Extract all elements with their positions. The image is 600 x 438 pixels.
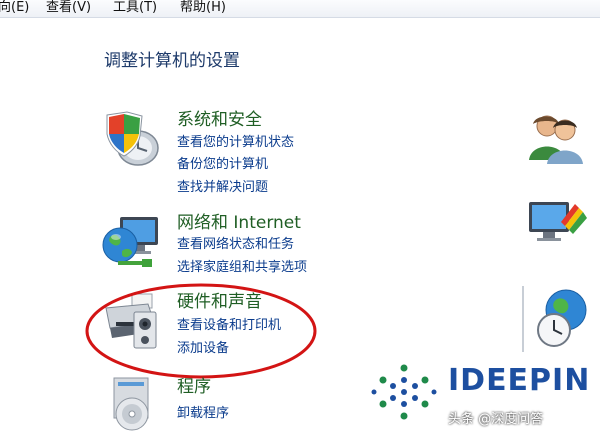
menu-edit[interactable]: 向(E) bbox=[0, 0, 29, 16]
link-troubleshoot[interactable]: 查找并解决问题 bbox=[177, 180, 268, 196]
page-title: 调整计算机的设置 bbox=[104, 51, 240, 71]
link-backup-computer[interactable]: 备份您的计算机 bbox=[177, 157, 268, 173]
user-accounts-icon[interactable] bbox=[527, 110, 591, 170]
deepin-dots-logo-icon bbox=[371, 364, 437, 420]
appearance-monitor-icon[interactable] bbox=[527, 196, 591, 256]
watermark-caption: 头条 @深度问答 bbox=[448, 412, 544, 427]
link-homegroup-sharing[interactable]: 选择家庭组和共享选项 bbox=[177, 260, 307, 276]
clock-globe-icon[interactable] bbox=[522, 286, 592, 356]
printer-speaker-icon[interactable] bbox=[104, 292, 164, 356]
link-devices-printers[interactable]: 查看设备和打印机 bbox=[177, 318, 281, 334]
category-system-security-title[interactable]: 系统和安全 bbox=[177, 110, 262, 130]
link-uninstall-program[interactable]: 卸载程序 bbox=[177, 406, 229, 422]
menu-view[interactable]: 查看(V) bbox=[46, 0, 91, 16]
link-view-network-status[interactable]: 查看网络状态和任务 bbox=[177, 237, 294, 253]
category-hardware-sound-title[interactable]: 硬件和声音 bbox=[177, 292, 262, 312]
network-globe-icon[interactable] bbox=[100, 213, 164, 277]
menu-tools[interactable]: 工具(T) bbox=[113, 0, 157, 16]
menu-help[interactable]: 帮助(H) bbox=[180, 0, 226, 16]
category-network-title[interactable]: 网络和 Internet bbox=[177, 213, 301, 233]
menu-bar: 向(E) 查看(V) 工具(T) 帮助(H) bbox=[0, 0, 600, 18]
shield-computer-icon[interactable] bbox=[102, 110, 164, 172]
programs-disc-icon[interactable] bbox=[104, 374, 160, 438]
link-add-device[interactable]: 添加设备 bbox=[177, 341, 229, 357]
link-view-computer-status[interactable]: 查看您的计算机状态 bbox=[177, 135, 294, 151]
watermark-brand: IDEEPIN bbox=[448, 363, 591, 398]
category-programs-title[interactable]: 程序 bbox=[177, 377, 211, 397]
